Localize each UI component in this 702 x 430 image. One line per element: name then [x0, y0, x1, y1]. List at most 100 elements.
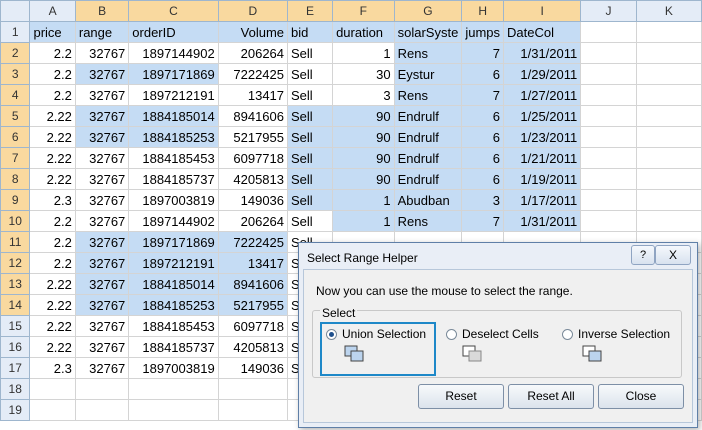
cell[interactable]: 1/19/2011: [503, 168, 582, 190]
cell[interactable]: orderID: [128, 21, 219, 43]
cell[interactable]: Sell: [287, 126, 334, 148]
deselect-cells-option[interactable]: Deselect Cells: [446, 327, 539, 341]
help-button[interactable]: ?: [631, 245, 655, 265]
cell[interactable]: 32767: [74, 315, 130, 337]
cell[interactable]: 2.3: [29, 357, 76, 379]
cell[interactable]: Sell: [287, 189, 334, 211]
cell[interactable]: price: [29, 21, 76, 43]
cell[interactable]: 3: [461, 189, 505, 211]
cell[interactable]: 2.2: [29, 84, 76, 106]
row-header[interactable]: 16: [0, 336, 31, 358]
cell[interactable]: Sell: [287, 168, 334, 190]
cell[interactable]: 32767: [74, 147, 130, 169]
cell[interactable]: 2.22: [29, 294, 76, 316]
cell[interactable]: 1897171869: [128, 231, 219, 253]
cell[interactable]: 1884185737: [128, 336, 219, 358]
cell[interactable]: Sell: [287, 42, 334, 64]
cell[interactable]: Rens: [393, 210, 463, 232]
cell[interactable]: 6: [461, 147, 505, 169]
cell[interactable]: 206264: [217, 210, 289, 232]
cell[interactable]: Sell: [287, 147, 334, 169]
row-header[interactable]: 7: [0, 147, 31, 169]
cell[interactable]: 1897212191: [128, 84, 219, 106]
cell[interactable]: 3: [332, 84, 395, 106]
cell[interactable]: 1884185014: [128, 105, 219, 127]
cell[interactable]: 6: [461, 126, 505, 148]
row-header[interactable]: 17: [0, 357, 31, 379]
cell[interactable]: [580, 21, 637, 43]
row-header[interactable]: 15: [0, 315, 31, 337]
close-icon[interactable]: X: [655, 245, 691, 265]
cell[interactable]: 32767: [74, 231, 130, 253]
cell[interactable]: 2.22: [29, 336, 76, 358]
cell[interactable]: 32767: [74, 42, 130, 64]
cell[interactable]: range: [74, 21, 130, 43]
cell[interactable]: 32767: [74, 63, 130, 85]
inverse-selection-radio[interactable]: [562, 328, 573, 340]
column-header[interactable]: E: [287, 0, 334, 22]
cell[interactable]: 7222425: [217, 231, 289, 253]
cell[interactable]: 7222425: [217, 63, 289, 85]
cell[interactable]: 5217955: [217, 126, 289, 148]
cell[interactable]: [217, 399, 289, 421]
cell[interactable]: 1897171869: [128, 63, 219, 85]
cell[interactable]: 2.22: [29, 105, 76, 127]
cell[interactable]: 149036: [217, 357, 289, 379]
cell[interactable]: [580, 189, 637, 211]
cell[interactable]: 1/27/2011: [503, 84, 582, 106]
cell[interactable]: 206264: [217, 42, 289, 64]
cell[interactable]: 32767: [74, 210, 130, 232]
cell[interactable]: 2.22: [29, 315, 76, 337]
cell[interactable]: 1897144902: [128, 210, 219, 232]
cell[interactable]: Endrulf: [393, 105, 463, 127]
cell[interactable]: 1884185253: [128, 126, 219, 148]
cell[interactable]: Sell: [287, 84, 334, 106]
column-header[interactable]: G: [393, 0, 463, 22]
deselect-cells-radio[interactable]: [446, 328, 457, 340]
cell[interactable]: 6: [461, 63, 505, 85]
cell[interactable]: 1/25/2011: [503, 105, 582, 127]
column-header[interactable]: I: [503, 0, 582, 22]
cell[interactable]: 6: [461, 105, 505, 127]
cell[interactable]: 90: [332, 105, 395, 127]
cell[interactable]: [128, 399, 219, 421]
cell[interactable]: 1/21/2011: [503, 147, 582, 169]
cell[interactable]: 7: [461, 42, 505, 64]
column-header[interactable]: D: [217, 0, 289, 22]
cell[interactable]: 1884185737: [128, 168, 219, 190]
row-header[interactable]: 10: [0, 210, 31, 232]
row-header[interactable]: 5: [0, 105, 31, 127]
cell[interactable]: 1884185453: [128, 315, 219, 337]
column-header[interactable]: J: [580, 0, 637, 22]
row-header[interactable]: 9: [0, 189, 31, 211]
union-selection-option[interactable]: Union Selection: [326, 327, 426, 341]
cell[interactable]: 2.22: [29, 126, 76, 148]
row-header[interactable]: 8: [0, 168, 31, 190]
cell[interactable]: [580, 126, 637, 148]
cell[interactable]: 32767: [74, 84, 130, 106]
cell[interactable]: [580, 105, 637, 127]
cell[interactable]: 1: [332, 189, 395, 211]
cell[interactable]: [635, 210, 702, 232]
cell[interactable]: 6: [461, 168, 505, 190]
column-header[interactable]: A: [29, 0, 76, 22]
row-header[interactable]: 1: [0, 21, 31, 43]
cell[interactable]: 4205813: [217, 168, 289, 190]
cell[interactable]: 1897003819: [128, 189, 219, 211]
cell[interactable]: Rens: [393, 84, 463, 106]
cell[interactable]: [29, 378, 76, 400]
cell[interactable]: 32767: [74, 357, 130, 379]
close-button[interactable]: Close: [598, 384, 684, 409]
cell[interactable]: [580, 168, 637, 190]
row-header[interactable]: 4: [0, 84, 31, 106]
cell[interactable]: [635, 168, 702, 190]
cell[interactable]: 32767: [74, 273, 130, 295]
cell[interactable]: duration: [332, 21, 395, 43]
cell[interactable]: 4205813: [217, 336, 289, 358]
cell[interactable]: [74, 399, 130, 421]
cell[interactable]: 149036: [217, 189, 289, 211]
cell[interactable]: DateCol: [503, 21, 582, 43]
cell[interactable]: Eystur: [393, 63, 463, 85]
row-header[interactable]: 13: [0, 273, 31, 295]
reset-button[interactable]: Reset: [418, 384, 504, 409]
